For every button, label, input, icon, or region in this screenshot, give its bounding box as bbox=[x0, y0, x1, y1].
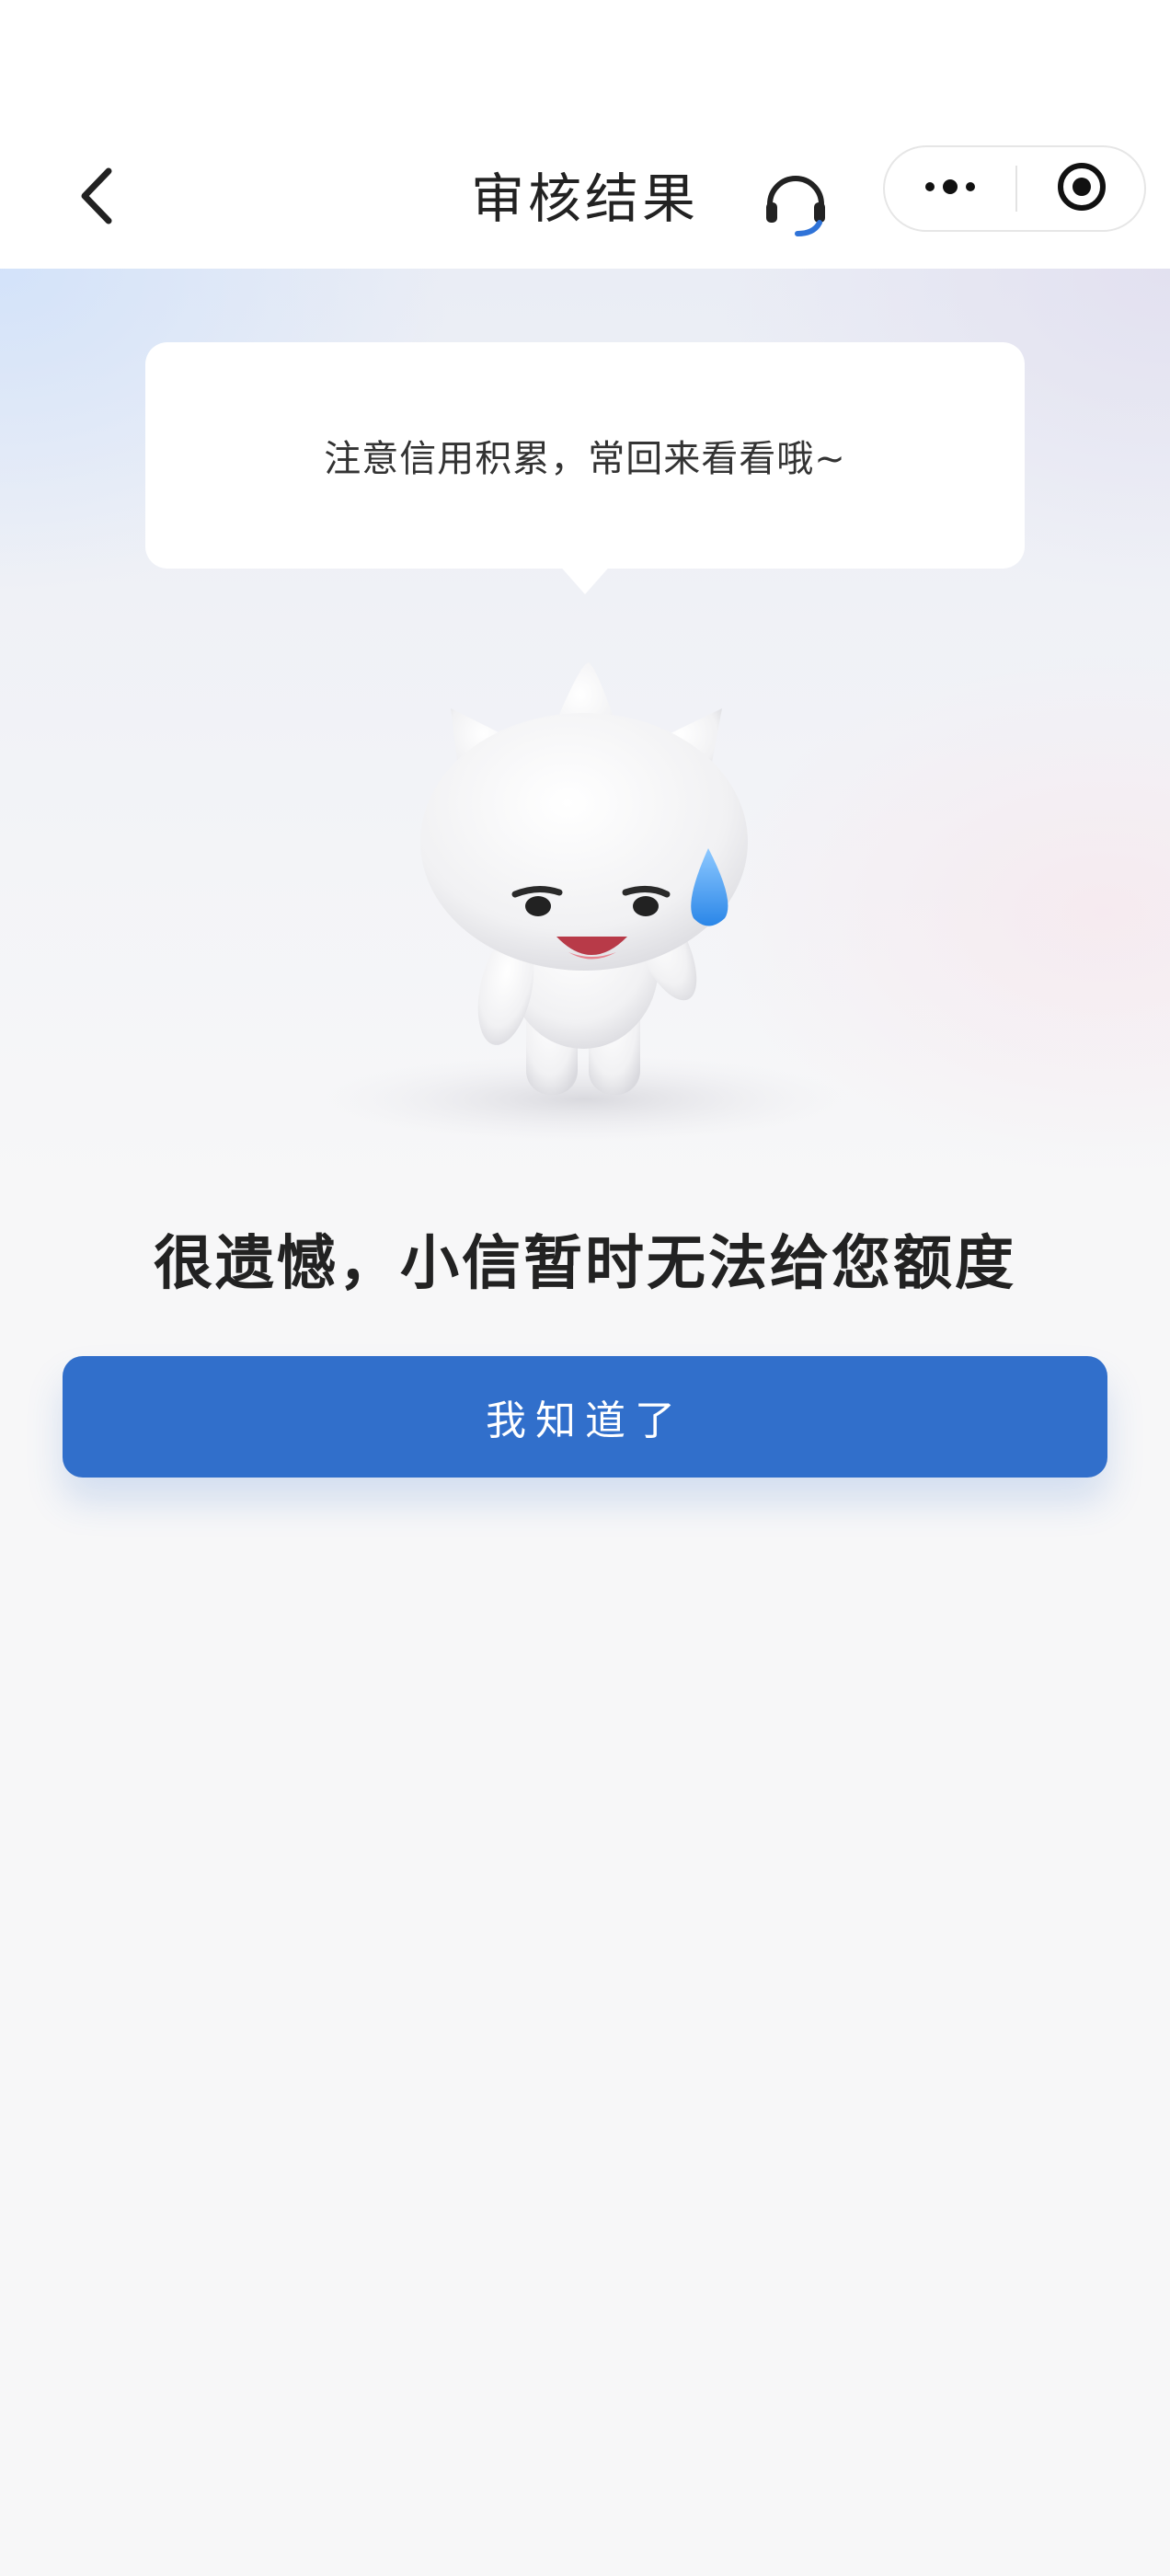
chevron-left-icon bbox=[74, 164, 120, 232]
mini-program-capsule bbox=[883, 145, 1146, 232]
target-circle-icon bbox=[1056, 161, 1107, 216]
speech-bubble: 注意信用积累，常回来看看哦~ bbox=[145, 342, 1025, 569]
close-miniprogram-button[interactable] bbox=[1017, 147, 1146, 230]
headset-icon bbox=[759, 164, 832, 241]
back-button[interactable] bbox=[55, 156, 138, 239]
page-title: 审核结果 bbox=[470, 167, 699, 230]
customer-service-button[interactable] bbox=[754, 161, 837, 244]
result-title: 很遗憾，小信暂时无法给您额度 bbox=[154, 1230, 1016, 1298]
more-button[interactable] bbox=[885, 147, 1015, 230]
speech-bubble-tail bbox=[557, 563, 613, 594]
navigation-bar: 审核结果 bbox=[0, 0, 1170, 269]
more-dots-icon bbox=[921, 178, 980, 200]
bubble-text: 注意信用积累，常回来看看哦~ bbox=[324, 438, 846, 480]
page: 审核结果 注意信用积累，常回来看看哦~ 很遗憾，小信暂时无法给您额度 我知道了 bbox=[0, 0, 1170, 2576]
confirm-button[interactable]: 我知道了 bbox=[63, 1356, 1107, 1478]
mascot-image bbox=[313, 644, 865, 1159]
